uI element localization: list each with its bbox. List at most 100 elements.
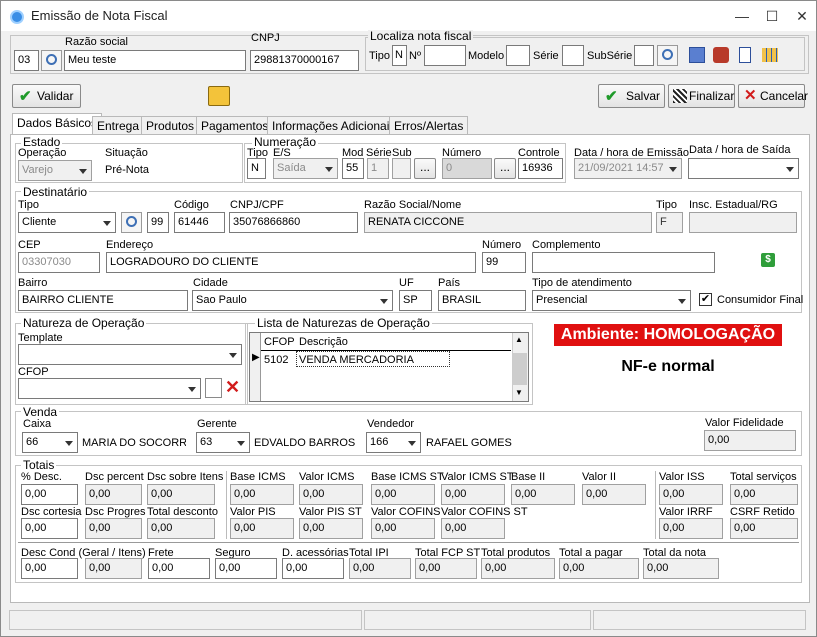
total-valor-icms-field[interactable]: 0,00 [299, 484, 363, 505]
total-frete-field[interactable]: 0,00 [148, 558, 210, 579]
total-dsc-percent-field[interactable]: 0,00 [85, 484, 142, 505]
close-button[interactable]: ✕ [787, 4, 817, 28]
cnpj-field[interactable]: 29881370000167 [250, 50, 359, 71]
validar-button[interactable]: ✔ Validar [12, 84, 81, 108]
truck-icon[interactable] [208, 86, 230, 106]
fidelidade-field[interactable]: 0,00 [704, 430, 796, 451]
gerente-select[interactable]: 63 [196, 432, 250, 453]
bairro-field[interactable]: BAIRRO CLIENTE [18, 290, 188, 311]
cancelar-button[interactable]: ✕ Cancelar [738, 84, 808, 108]
codigo-field[interactable]: 61446 [174, 212, 225, 233]
total-base-ii-field[interactable]: 0,00 [511, 484, 575, 505]
scroll-thumb[interactable] [513, 353, 527, 385]
total-total-servicos-field[interactable]: 0,00 [730, 484, 798, 505]
uf-field[interactable]: SP [399, 290, 432, 311]
tab-pagamentos[interactable]: Pagamentos [196, 116, 274, 135]
pais-field[interactable]: BRASIL [438, 290, 526, 311]
total-valor-iss-field[interactable]: 0,00 [659, 484, 723, 505]
total-desc-field[interactable]: 0,00 [21, 484, 78, 505]
razao-social-field[interactable]: Meu teste [64, 50, 246, 71]
total-base-icms-st-field[interactable]: 0,00 [371, 484, 435, 505]
total-total-desconto-field[interactable]: 0,00 [147, 518, 215, 539]
num-tipo-field[interactable]: N [247, 158, 266, 179]
total-desc-cond-itens-field-itens[interactable]: 0,00 [85, 558, 142, 579]
controle-field[interactable]: 16936 [518, 158, 563, 179]
localiza-modelo-field[interactable] [506, 45, 530, 66]
total-valor-pis-st-field[interactable]: 0,00 [299, 518, 363, 539]
vendedor-select[interactable]: 166 [366, 432, 421, 453]
tab-produtos[interactable]: Produtos [141, 116, 200, 135]
localiza-serie-field[interactable] [562, 45, 584, 66]
saida-datetime[interactable] [688, 158, 799, 179]
dest-cnpj-field[interactable]: 35076866860 [229, 212, 358, 233]
operacao-select[interactable]: Varejo [18, 160, 92, 181]
maximize-button[interactable]: ☐ [757, 4, 787, 28]
dest-razao-field[interactable]: RENATA CICCONE [364, 212, 652, 233]
print-icon[interactable] [713, 47, 729, 63]
document-list-icon[interactable] [689, 47, 705, 63]
numero-field[interactable]: 0 [442, 158, 492, 179]
numero-end-field[interactable]: 99 [482, 252, 526, 273]
sub-field[interactable] [392, 158, 411, 179]
delete-x-icon[interactable]: ✕ [225, 377, 240, 397]
total-dsc-cortesia-field[interactable]: 0,00 [21, 518, 78, 539]
salvar-button[interactable]: ✔ Salvar [598, 84, 665, 108]
total-dsc-sobre-itens-field[interactable]: 0,00 [147, 484, 215, 505]
template-select[interactable] [18, 344, 242, 365]
row-descricao[interactable]: VENDA MERCADORIA [299, 354, 414, 367]
total-valor-irrf-field[interactable]: 0,00 [659, 518, 723, 539]
minimize-button[interactable]: — [727, 4, 757, 28]
serie-lookup-button[interactable]: ... [414, 158, 436, 179]
total-valor-icms-st-field[interactable]: 0,00 [441, 484, 505, 505]
cep-field[interactable]: 03307030 [18, 252, 100, 273]
emissao-datetime[interactable]: 21/09/2021 14:57 [574, 158, 682, 179]
scroll-down-icon[interactable]: ▼ [515, 388, 523, 397]
localiza-tipo-field[interactable]: N [392, 45, 407, 66]
total-csrf-retido-field[interactable]: 0,00 [730, 518, 798, 539]
money-icon[interactable]: $ [761, 253, 775, 267]
empresa-code-field[interactable]: 03 [14, 50, 39, 71]
total-valor-cofins-field[interactable]: 0,00 [371, 518, 435, 539]
es-select[interactable]: Saída [273, 158, 338, 179]
tab-erros-alertas[interactable]: Erros/Alertas [389, 116, 469, 135]
total-total-produtos-field[interactable]: 0,00 [481, 558, 555, 579]
caixa-select[interactable]: 66 [22, 432, 78, 453]
total-total-a-pagar-field[interactable]: 0,00 [559, 558, 639, 579]
dest-tipo2-field[interactable]: F [656, 212, 683, 233]
total-total-da-nota-field[interactable]: 0,00 [643, 558, 719, 579]
row-cfop[interactable]: 5102 [264, 354, 288, 367]
grid-icon[interactable] [762, 48, 778, 62]
localiza-numero-field[interactable] [424, 45, 466, 66]
tab-informacoes-adicionais[interactable]: Informações Adicionais [267, 116, 401, 135]
scroll-up-icon[interactable]: ▲ [515, 335, 523, 344]
new-document-icon[interactable] [205, 378, 222, 398]
tab-entrega[interactable]: Entrega [92, 116, 145, 135]
total-valor-pis-field[interactable]: 0,00 [230, 518, 294, 539]
empresa-search-button[interactable] [41, 50, 62, 71]
complemento-field[interactable] [532, 252, 715, 273]
total-dsc-progres-field[interactable]: 0,00 [85, 518, 142, 539]
cfop-select[interactable] [18, 378, 201, 399]
total-valor-ii-field[interactable]: 0,00 [582, 484, 646, 505]
total-total-ipi-field[interactable]: 0,00 [349, 558, 411, 579]
cidade-select[interactable]: Sao Paulo [192, 290, 393, 311]
total-d-acessorias-field[interactable]: 0,00 [282, 558, 344, 579]
dest-num-field[interactable]: 99 [147, 212, 169, 233]
dest-search-button[interactable] [121, 212, 142, 233]
numero-lookup-button[interactable]: ... [494, 158, 516, 179]
serie-field[interactable]: 1 [367, 158, 389, 179]
endereco-field[interactable]: LOGRADOURO DO CLIENTE [106, 252, 476, 273]
total-valor-cofins-st-field[interactable]: 0,00 [441, 518, 505, 539]
total-seguro-field[interactable]: 0,00 [215, 558, 277, 579]
mod-field[interactable]: 55 [342, 158, 364, 179]
tab-dados-basicos[interactable]: Dados Básicos [12, 113, 103, 135]
total-desc-cond-geral-itens-field[interactable]: 0,00 [21, 558, 78, 579]
total-base-icms-field[interactable]: 0,00 [230, 484, 294, 505]
total-total-fcp-st-field[interactable]: 0,00 [415, 558, 477, 579]
atendimento-select[interactable]: Presencial [532, 290, 691, 311]
document-icon[interactable] [739, 47, 751, 63]
ie-field[interactable] [689, 212, 797, 233]
localiza-search-button[interactable] [657, 45, 678, 66]
consumidor-final-checkbox[interactable]: ✔ [699, 293, 712, 306]
dest-tipo-select[interactable]: Cliente [18, 212, 116, 233]
